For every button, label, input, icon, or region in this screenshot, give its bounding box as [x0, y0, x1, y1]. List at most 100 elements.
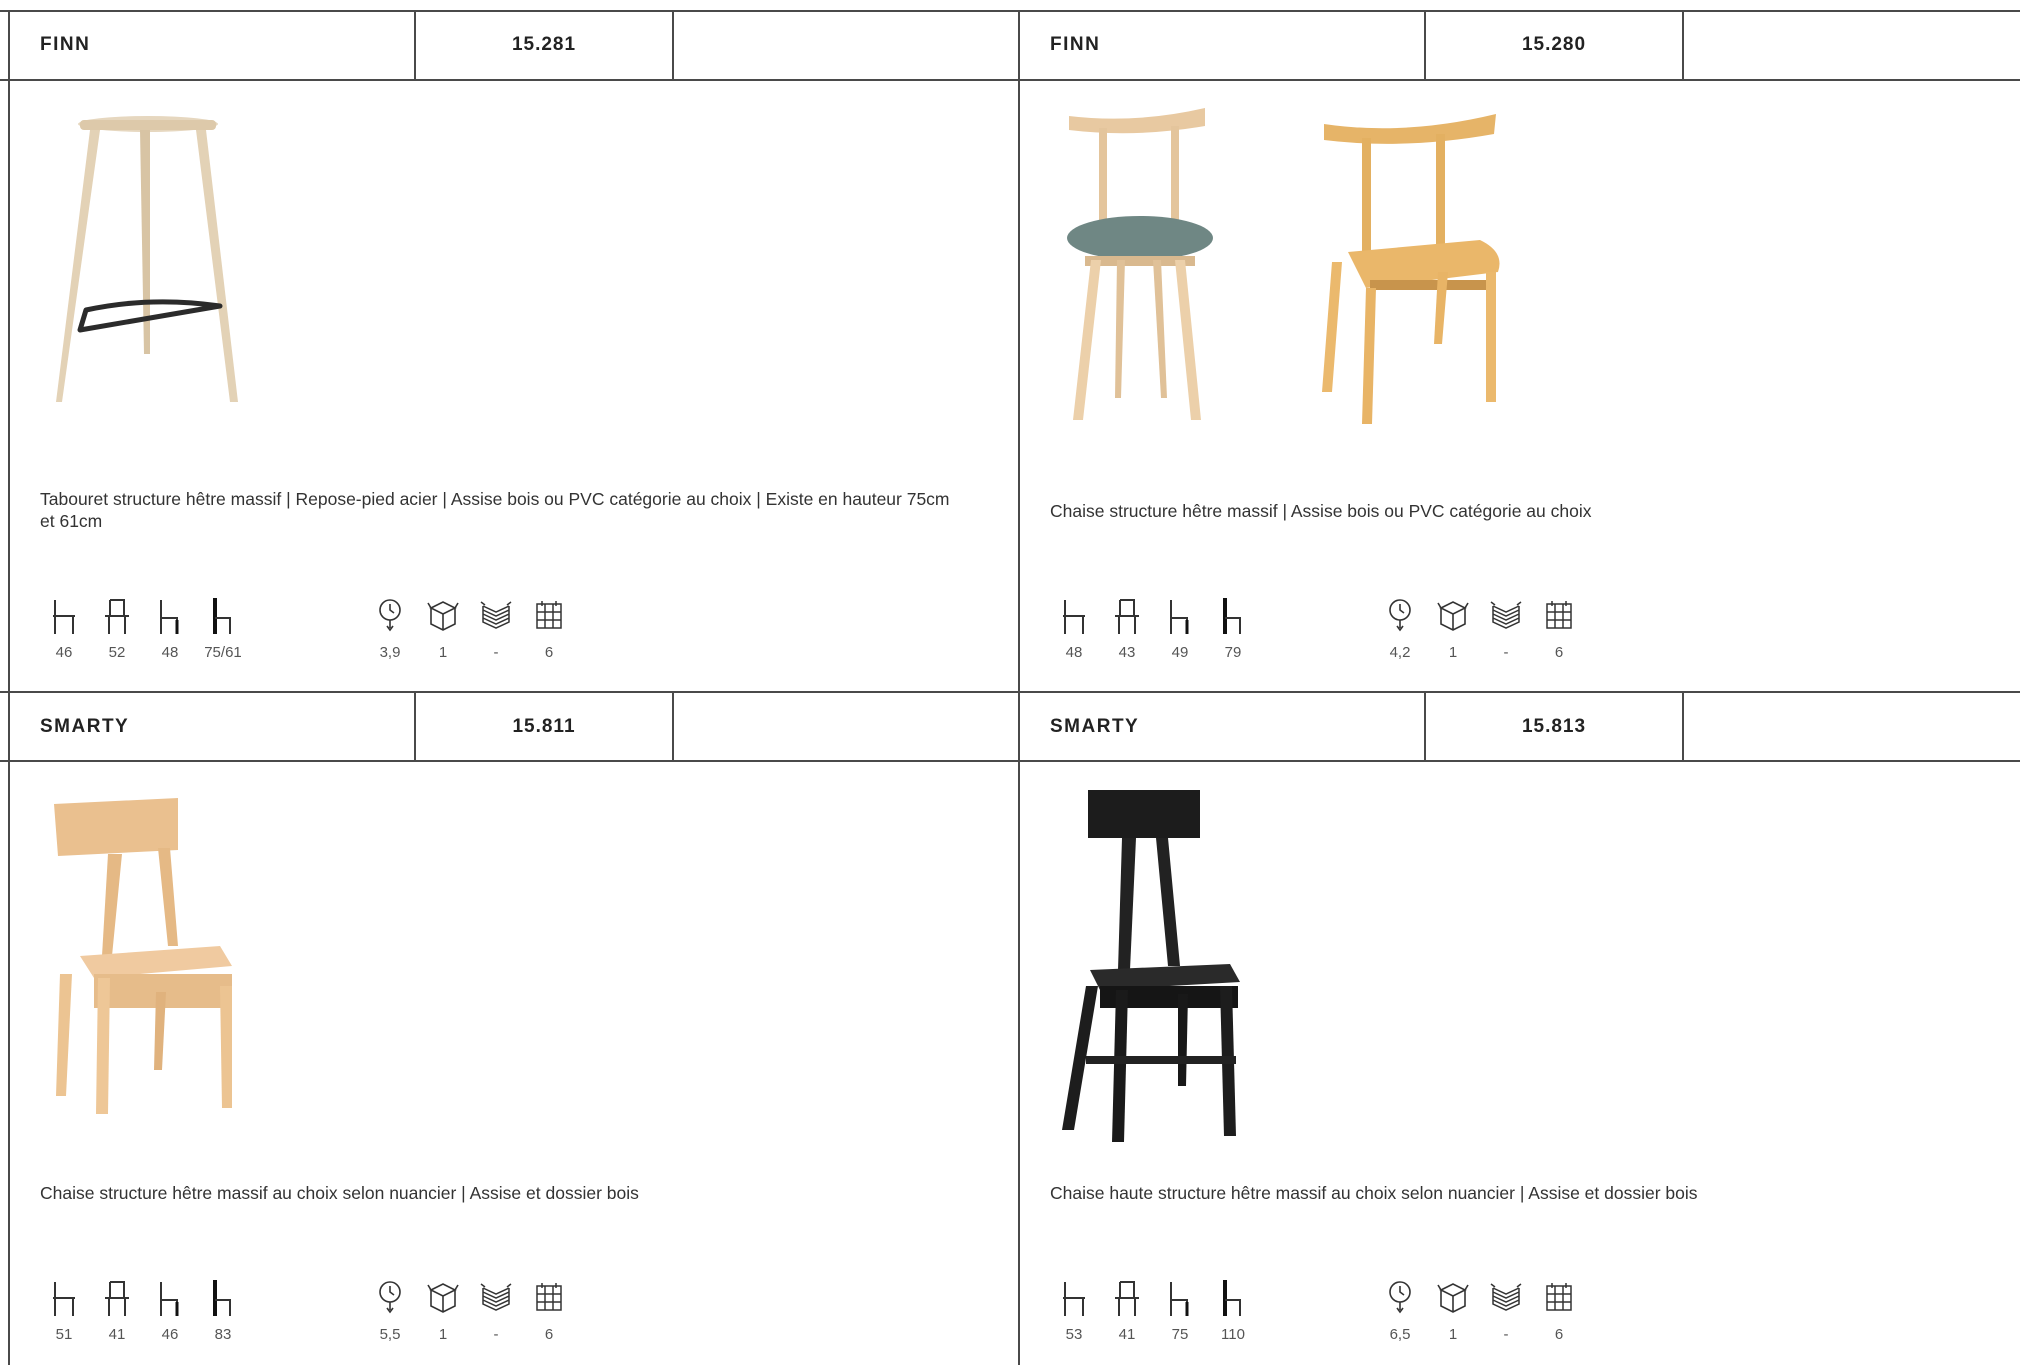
spec-value: 51	[55, 1326, 73, 1343]
spec-weight: 6,5	[1374, 1278, 1426, 1343]
weight-icon	[379, 599, 401, 632]
spec-pallet: 6	[1533, 596, 1585, 661]
product-photo-chair-wood	[1322, 114, 1500, 424]
spec-seat-width: 52	[91, 596, 143, 661]
product-photo-chair-smarty	[54, 798, 232, 1114]
spec-seat-depth: 48	[1048, 596, 1100, 661]
spec-box: 1	[1427, 596, 1479, 661]
spec-value: 6,5	[1389, 1326, 1411, 1343]
seat-width-icon	[1115, 599, 1139, 634]
spec-value: 3,9	[379, 644, 401, 661]
product-card-finn-15281: FINN 15.281 Tabouret structure hêtre mas…	[0, 0, 1010, 683]
spec-value: 53	[1065, 1326, 1083, 1343]
pallet-icon	[536, 601, 562, 629]
spec-value: 75/61	[204, 644, 242, 661]
product-name: SMARTY	[40, 716, 130, 737]
spec-weight: 5,5	[364, 1278, 416, 1343]
box-icon	[1437, 1283, 1469, 1313]
spec-total-height: 79	[1207, 596, 1259, 661]
spec-value: 41	[108, 1326, 126, 1343]
spec-value: 1	[438, 1326, 448, 1343]
spec-box: 1	[1427, 1278, 1479, 1343]
spec-value: 110	[1221, 1326, 1245, 1343]
spec-value: -	[1503, 1326, 1509, 1343]
spec-value: 49	[1171, 644, 1189, 661]
box-icon	[1437, 601, 1469, 631]
spec-value: 46	[161, 1326, 179, 1343]
spec-value: 5,5	[379, 1326, 401, 1343]
product-code: 15.813	[1521, 716, 1587, 737]
total-height-icon	[213, 598, 231, 634]
spec-seat-depth: 46	[38, 596, 90, 661]
spec-weight: 3,9	[364, 596, 416, 661]
spec-value: 1	[1448, 1326, 1458, 1343]
weight-icon	[379, 1281, 401, 1314]
spec-value: 6	[544, 644, 554, 661]
spec-value: 4,2	[1389, 644, 1411, 661]
spec-value: 48	[161, 644, 179, 661]
product-name: SMARTY	[1050, 716, 1140, 737]
spec-stack: -	[470, 596, 522, 661]
spec-seat-depth: 53	[1048, 1278, 1100, 1343]
spec-stack: -	[1480, 1278, 1532, 1343]
spec-value: -	[493, 1326, 499, 1343]
stack-icon	[1490, 601, 1522, 629]
stack-icon	[480, 1283, 512, 1311]
pallet-icon	[536, 1283, 562, 1311]
spec-value: 75	[1171, 1326, 1189, 1343]
spec-value: 6	[1554, 1326, 1564, 1343]
total-height-icon	[1223, 598, 1241, 634]
total-height-icon	[1223, 1280, 1241, 1316]
seat-height-icon	[1170, 1282, 1189, 1316]
product-description: Chaise structure hêtre massif au choix s…	[40, 1183, 639, 1203]
card-header: SMARTY 15.811	[0, 692, 1010, 762]
pallet-icon	[1546, 601, 1572, 629]
spec-stack: -	[1480, 596, 1532, 661]
spec-value: 6	[1554, 644, 1564, 661]
spec-total-height: 75/61	[197, 596, 249, 661]
seat-height-icon	[160, 600, 179, 634]
spec-value: 52	[108, 644, 126, 661]
product-code: 15.280	[1521, 34, 1587, 55]
seat-depth-icon	[53, 600, 75, 634]
seat-width-icon	[1115, 1281, 1139, 1316]
seat-width-icon	[105, 1281, 129, 1316]
product-photo-barstool-smarty	[1062, 790, 1240, 1142]
spec-value: 48	[1065, 644, 1083, 661]
spec-seat-width: 41	[1101, 1278, 1153, 1343]
spec-value: 43	[1118, 644, 1136, 661]
stack-icon	[480, 601, 512, 629]
box-icon	[427, 601, 459, 631]
card-header: SMARTY 15.813	[1010, 692, 2020, 762]
product-description: Chaise structure hêtre massif | Assise b…	[1050, 501, 1592, 521]
product-name: FINN	[40, 34, 91, 55]
spec-seat-height: 49	[1154, 596, 1206, 661]
spec-value: 6	[544, 1326, 554, 1343]
product-photo-chair-upholstered	[1067, 108, 1213, 420]
spec-seat-height: 46	[144, 1278, 196, 1343]
spec-value: 83	[214, 1326, 232, 1343]
product-code: 15.811	[512, 716, 576, 737]
product-description: Tabouret structure hêtre massif | Repose…	[40, 489, 950, 531]
weight-icon	[1389, 599, 1411, 632]
spec-value: 79	[1224, 644, 1242, 661]
box-icon	[427, 1283, 459, 1313]
spec-value: 1	[1448, 644, 1458, 661]
spec-stack: -	[470, 1278, 522, 1343]
spec-value: 46	[55, 644, 73, 661]
seat-width-icon	[105, 599, 129, 634]
spec-value: 41	[1118, 1326, 1136, 1343]
seat-depth-icon	[53, 1282, 75, 1316]
seat-depth-icon	[1063, 600, 1085, 634]
pallet-icon	[1546, 1283, 1572, 1311]
spec-value: 1	[438, 644, 448, 661]
product-card-finn-15280: FINN 15.280 Chaise structure hêtre massi…	[1010, 0, 2020, 683]
weight-icon	[1389, 1281, 1411, 1314]
spec-box: 1	[417, 1278, 469, 1343]
spec-value: -	[1503, 644, 1509, 661]
product-description: Chaise haute structure hêtre massif au c…	[1050, 1183, 1698, 1203]
spec-seat-depth: 51	[38, 1278, 90, 1343]
spec-weight: 4,2	[1374, 596, 1426, 661]
spec-box: 1	[417, 596, 469, 661]
product-code: 15.281	[511, 34, 577, 55]
